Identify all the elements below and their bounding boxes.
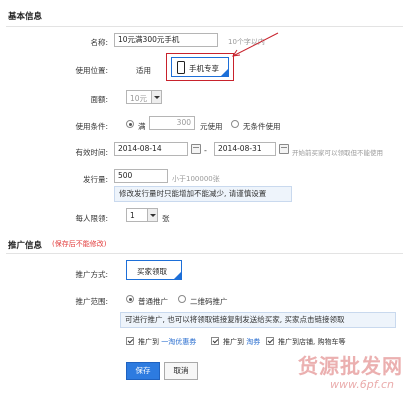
condition-label: 使用条件: [75, 122, 108, 131]
scope-normal-label: 普通推广 [138, 297, 168, 306]
channel1-link[interactable]: 一淘优惠券 [161, 338, 196, 346]
issue-label: 发行量: [82, 175, 108, 184]
promo-note: (保存后不能修改) [52, 240, 107, 248]
mobile-phone-icon [177, 61, 185, 74]
valid-start-input[interactable]: 2014-08-14 [114, 142, 188, 156]
denomination-value: 10元 [130, 94, 148, 103]
issue-input[interactable]: 500 [114, 169, 168, 183]
condition-full-radio[interactable] [126, 120, 134, 128]
condition-amount-input[interactable]: 300 [149, 116, 195, 130]
chevron-down-icon [151, 91, 161, 103]
calendar-icon[interactable] [191, 144, 201, 154]
channel1-label: 推广到 一淘优惠券 [138, 337, 196, 347]
denomination-select[interactable]: 10元 [126, 90, 162, 104]
issue-tip: 修改发行量时只能增加不能减少, 请谨慎设置 [114, 186, 292, 202]
basic-info-title: 基本信息 [8, 12, 43, 22]
limit-select[interactable]: 1 [126, 208, 158, 222]
scope-normal-radio[interactable] [126, 295, 134, 303]
selected-corner-icon [221, 69, 228, 76]
annotation-highlight-box: 手机专享 [166, 53, 234, 81]
scope-tip: 可进行推广, 也可以将领取链接复制发送给买家, 买家点击链接领取 [120, 312, 396, 328]
divider [6, 26, 403, 27]
divider [6, 253, 403, 254]
watermark-url: www.6pf.cn [330, 378, 394, 391]
valid-time-label: 有效时间: [75, 148, 108, 157]
channel2-label: 推广到 淘券 [223, 337, 260, 347]
cancel-button[interactable]: 取消 [164, 362, 198, 380]
limit-unit: 张 [162, 214, 170, 223]
valid-hint: 开始前买家可以领取但不能使用 [292, 149, 383, 157]
channel1-prefix: 推广到 [138, 338, 159, 346]
selected-corner-icon [174, 272, 181, 279]
issue-hint: 小于100000张 [172, 175, 220, 183]
channel2-link[interactable]: 淘券 [246, 338, 260, 346]
condition-full-label: 满 [138, 122, 146, 131]
scope-qr-radio[interactable] [178, 295, 186, 303]
valid-end-input[interactable]: 2014-08-31 [214, 142, 276, 156]
promo-method-value: 买家领取 [137, 267, 167, 276]
scope-qr-label: 二维码推广 [190, 297, 228, 306]
limit-value: 1 [130, 211, 135, 220]
channel2-prefix: 推广到 [223, 338, 244, 346]
promo-info-title: 推广信息 [8, 241, 43, 251]
mobile-exclusive-option[interactable]: 手机专享 [171, 57, 229, 77]
annotation-arrow-icon [231, 32, 279, 57]
position-option-general[interactable]: 适用 [136, 65, 151, 76]
condition-none-radio[interactable] [231, 120, 239, 128]
condition-unit: 元使用 [200, 122, 223, 131]
promo-scope-label: 推广范围: [75, 297, 108, 306]
channel3-checkbox[interactable] [266, 337, 274, 345]
channel3-label: 推广到店铺, 购物车等 [278, 338, 346, 346]
valid-separator: - [204, 146, 207, 155]
promo-method-option[interactable]: 买家领取 [126, 260, 182, 280]
save-button[interactable]: 保存 [126, 362, 160, 380]
position-label: 使用位置: [75, 66, 108, 75]
channel2-checkbox[interactable] [211, 337, 219, 345]
promo-method-label: 推广方式: [75, 270, 108, 279]
limit-label: 每人限领: [75, 214, 108, 223]
name-input[interactable]: 10元满300元手机 [114, 33, 218, 47]
mobile-exclusive-label: 手机专享 [189, 64, 219, 73]
name-label: 名称: [90, 38, 108, 47]
calendar-icon[interactable] [279, 144, 289, 154]
condition-none-label: 无条件使用 [243, 122, 281, 131]
watermark-title: 货源批发网 [298, 354, 403, 378]
channel1-checkbox[interactable] [126, 337, 134, 345]
chevron-down-icon [147, 209, 157, 221]
denomination-label: 面额: [90, 95, 108, 104]
